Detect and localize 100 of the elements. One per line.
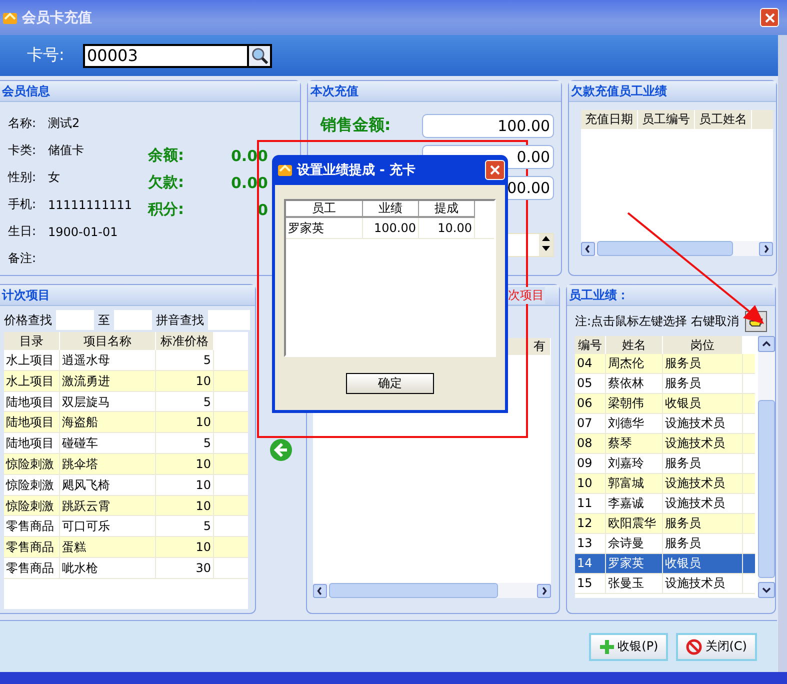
field-label: 性别: [8,169,38,186]
search-label: 至 [98,312,110,328]
close-icon [490,165,500,175]
field-label: 备注: [8,250,38,267]
close-button[interactable] [760,8,779,27]
checkout-button[interactable]: 收银(P) [588,632,668,660]
table-cell: 逍遥水母 [60,350,156,370]
close-button[interactable] [485,160,505,180]
field-value: 11111111111 [48,198,132,212]
table-cell: 可口可乐 [60,516,156,536]
balance-value: 0 [258,200,268,218]
field-value: 储值卡 [48,142,84,159]
table-cell: 30 [156,558,214,578]
column-header[interactable]: 姓名 [606,336,663,354]
table-cell: 水上项目 [4,350,60,370]
table-cell: 飓风飞椅 [60,474,156,495]
table-cell: 罗家英 [286,218,363,238]
table-cell: 碰碰车 [60,433,156,453]
field-label: 手机: [8,196,38,213]
no-entry-icon [686,638,702,654]
table-cell: 5 [156,350,214,370]
table-cell: 10 [156,496,214,516]
staff-row[interactable]: 14 罗家英 收银员 [575,554,755,574]
table-cell: 跳跃云霄 [60,496,156,516]
search-label: 拼音查找 [156,312,204,328]
amount-label: 销售金额: [320,115,391,136]
table-cell: 10 [156,474,214,495]
staff-row[interactable]: 12 欧阳震华 服务员 [575,514,755,534]
field-value: 1900-01-01 [48,224,118,238]
search-button[interactable] [247,44,272,68]
balance-label: 余额: [148,146,184,165]
field-label: 生日: [8,223,38,240]
horizontal-scrollbar[interactable] [581,241,773,256]
column-header[interactable]: 目录 [4,332,60,350]
search-label: 价格查找 [4,312,52,328]
table-cell: 零售商品 [4,558,60,578]
table-cell: 激流勇进 [60,370,156,391]
table-cell: 10 [156,537,214,557]
table-cell: 5 [156,433,214,453]
table-cell: 呲水枪 [60,558,156,578]
table-cell: 陆地项目 [4,433,60,453]
hint-text: 注:点击鼠标左键选择 右键取消 [575,313,739,330]
field-label: 卡类: [8,142,38,159]
panel-title: 欠款充值员工业绩 [571,82,668,100]
panel-title: 计次项目 [2,286,50,304]
table-cell: 零售商品 [4,516,60,536]
card-number-field[interactable]: 00003 [83,44,247,68]
table-cell: 蛋糕 [60,537,156,557]
table-cell: 5 [156,392,214,412]
table-cell: 100.00 [363,218,419,238]
staff-row[interactable]: 04 周杰伦 服务员 [575,354,755,374]
column-header[interactable]: 业绩 [363,201,419,218]
table-cell: 零售商品 [4,537,60,557]
table-cell: 惊险刺激 [4,496,60,516]
table-cell: 海盗船 [60,412,156,432]
search-field[interactable] [56,310,94,330]
staff-row[interactable]: 08 蔡琴 设施技术员 [575,434,755,454]
column-header[interactable]: 员工 [286,201,363,218]
table-cell: 水上项目 [4,370,60,391]
field-label: 名称: [8,115,38,132]
search-field[interactable] [114,310,152,330]
panel-title: 次项目 [507,286,545,304]
move-left-button[interactable] [269,438,293,462]
balance-label: 欠款: [148,173,184,192]
table-cell: 惊险刺激 [4,474,60,495]
table-cell: 惊险刺激 [4,454,60,474]
vertical-scrollbar[interactable] [758,336,775,598]
field-value: 测试2 [48,115,80,132]
app-icon [277,162,293,178]
column-header[interactable]: 编号 [575,336,606,354]
search-icon [250,46,268,64]
close-icon [764,12,774,22]
table-cell: 10 [156,370,214,391]
table-cell: 10 [156,412,214,432]
horizontal-scrollbar[interactable] [313,583,551,598]
column-header[interactable]: 岗位 [663,336,743,354]
column-header[interactable]: 提成 [419,201,475,218]
panel-title: 本次充值 [310,82,358,100]
staff-row[interactable]: 15 张曼玉 设施技术员 [575,574,755,594]
panel-title: 会员信息 [2,82,50,100]
amount-field[interactable]: 100.00 [422,114,554,138]
table-cell: 陆地项目 [4,412,60,432]
balance-label: 积分: [148,200,184,219]
dialog-title: 设置业绩提成 - 充卡 [297,162,416,179]
panel-title: 员工业绩： [569,286,629,304]
column-header[interactable]: 项目名称 [60,332,156,350]
table-cell: 陆地项目 [4,392,60,412]
staff-row[interactable]: 06 梁朝伟 收银员 [575,394,755,414]
column-header[interactable]: 标准价格 [156,332,214,350]
table-cell: 10.00 [419,218,475,238]
close-dialog-button[interactable]: 关闭(C) [676,632,757,660]
table-cell: 5 [156,516,214,536]
search-field[interactable] [208,310,250,330]
field-value: 女 [48,169,60,186]
window-title: 会员卡充值 [22,8,92,26]
card-number-label: 卡号: [27,45,66,66]
ok-button[interactable]: 确定 [346,373,434,394]
plus-icon [598,638,615,654]
table-cell: 双层旋马 [60,392,156,412]
staff-row[interactable]: 10 郭富城 设施技术员 [575,474,755,494]
